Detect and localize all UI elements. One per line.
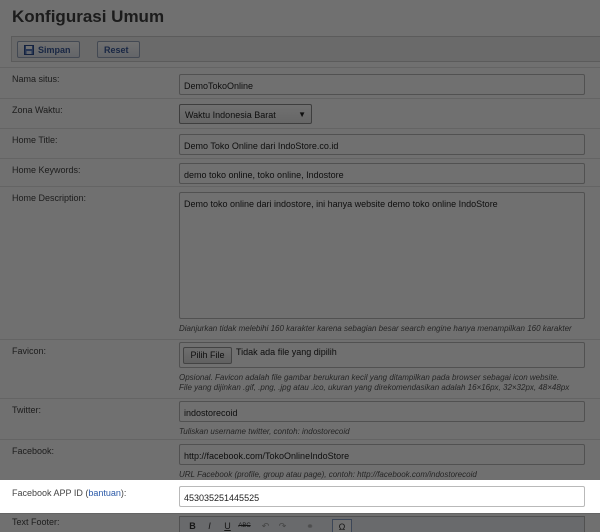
help-link[interactable]: bantuan <box>88 488 121 498</box>
special-char-button[interactable]: Ω <box>332 519 352 532</box>
home-description-hint: Dianjurkan tidak melebihi 160 karakter k… <box>179 324 572 333</box>
bold-button[interactable]: B <box>185 519 200 532</box>
facebook-app-id-label: Facebook APP ID (bantuan): <box>12 488 127 498</box>
twitter-label: Twitter: <box>12 405 42 415</box>
row-facebook-app-id: Facebook APP ID (bantuan): 4530352514455… <box>0 480 600 513</box>
choose-file-button[interactable]: Pilih File <box>183 347 232 364</box>
italic-button[interactable]: I <box>202 519 217 532</box>
facebook-app-id-input[interactable]: 453035251445525 <box>179 486 585 507</box>
timezone-label: Zona Waktu: <box>12 105 63 115</box>
facebook-input[interactable]: http://facebook.com/TokoOnlineIndoStore <box>179 444 585 465</box>
home-keywords-input[interactable]: demo toko online, toko online, Indostore <box>179 163 585 184</box>
twitter-input[interactable]: indostorecoid <box>179 401 585 422</box>
file-status-text: Tidak ada file yang dipilih <box>236 347 337 357</box>
timezone-value: Waktu Indonesia Barat <box>185 110 276 120</box>
save-disk-icon <box>24 44 34 55</box>
home-description-label: Home Description: <box>12 193 87 203</box>
save-label: Simpan <box>38 44 71 55</box>
page-title: Konfigurasi Umum <box>12 7 165 26</box>
facebook-label: Facebook: <box>12 446 55 456</box>
favicon-label: Favicon: <box>12 346 47 356</box>
dropdown-arrow-icon: ▼ <box>298 110 306 119</box>
underline-button[interactable]: U <box>220 519 235 532</box>
favicon-hint-line1: Opsional. Favicon adalah file gambar ber… <box>179 373 560 382</box>
facebook-hint: URL Facebook (profile, group atau page),… <box>179 470 477 479</box>
timezone-select[interactable]: Waktu Indonesia Barat ▼ <box>179 104 312 124</box>
site-name-input[interactable]: DemoTokoOnline <box>179 74 585 95</box>
site-name-label: Nama situs: <box>12 74 60 84</box>
home-keywords-label: Home Keywords: <box>12 165 81 175</box>
home-title-label: Home Title: <box>12 135 58 145</box>
favicon-hint-line2: File yang dijinkan .gif, .png, .jpg atau… <box>179 383 570 392</box>
twitter-hint: Tuliskan username twitter, contoh: indos… <box>179 427 350 436</box>
home-title-input[interactable]: Demo Toko Online dari IndoStore.co.id <box>179 134 585 155</box>
link-icon[interactable]: ⚭ <box>297 519 323 532</box>
reset-button[interactable]: Reset <box>97 41 140 58</box>
undo-icon[interactable]: ↶ <box>258 519 273 532</box>
action-toolbar: Simpan Reset <box>11 36 600 62</box>
strikethrough-button[interactable]: ABC <box>237 519 252 532</box>
redo-icon[interactable]: ↷ <box>275 519 290 532</box>
save-button[interactable]: Simpan <box>17 41 80 58</box>
text-footer-label: Text Footer: <box>12 517 60 527</box>
footer-editor-toolbar: B I U ABC ↶ ↷ ⚭ Ω <box>179 516 585 532</box>
home-description-textarea[interactable]: Demo toko online dari indostore, ini han… <box>179 192 585 319</box>
config-page: Konfigurasi Umum Simpan Reset Nama situs… <box>0 0 600 532</box>
